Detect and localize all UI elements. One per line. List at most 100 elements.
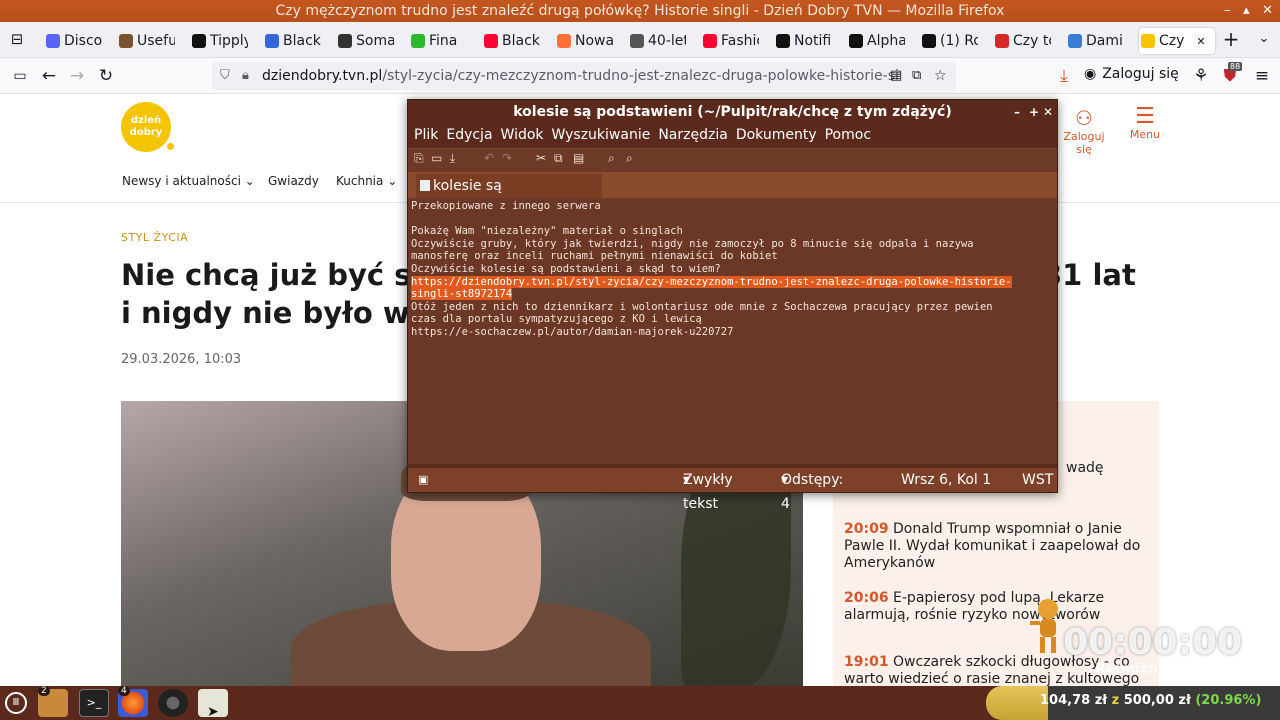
- article-category[interactable]: STYL ŻYCIA: [121, 231, 188, 244]
- new-tab-icon[interactable]: +: [1219, 27, 1243, 51]
- browser-tab[interactable]: Czy to: [993, 28, 1051, 54]
- bookmark-star-icon[interactable]: ☆: [934, 62, 947, 90]
- close-tab-icon[interactable]: ✕: [1196, 35, 1205, 48]
- indent-selector[interactable]: Odstępy: 4 ▾: [781, 468, 843, 512]
- tab-label: Nowa: [575, 33, 613, 49]
- news-item[interactable]: 20:09 Donald Trump wspomniał o Janie Paw…: [844, 521, 1149, 572]
- insert-mode[interactable]: WST: [1022, 468, 1053, 492]
- cursor-position[interactable]: Wrsz 6, Kol 1: [901, 468, 991, 492]
- mascot-figure: [1030, 599, 1058, 653]
- open-file-icon[interactable]: ▭: [431, 151, 442, 165]
- editor-maximize-icon[interactable]: +: [1029, 100, 1039, 124]
- tab-label: (1) Ro: [940, 33, 978, 49]
- obs-icon[interactable]: [158, 689, 188, 717]
- syntax-selector[interactable]: Zwykły tekst ▾: [683, 468, 733, 512]
- browser-tab[interactable]: 40-let: [628, 28, 686, 54]
- news-item[interactable]: lan: [1023, 438, 1280, 455]
- lock-icon[interactable]: 🔒︎: [242, 62, 249, 90]
- editor-minimize-icon[interactable]: –: [1014, 100, 1020, 124]
- tab-label: Fina: [429, 33, 458, 49]
- tab-overflow-icon[interactable]: ⌄: [1252, 27, 1276, 51]
- browser-tab[interactable]: Usefu: [117, 28, 175, 54]
- browser-tab[interactable]: Alpha: [847, 28, 905, 54]
- nav-celebrities[interactable]: Gwiazdy: [268, 174, 319, 188]
- editor-tab[interactable]: kolesie są podstawieni✕: [416, 174, 602, 218]
- menu-help[interactable]: Pomoc: [825, 124, 877, 148]
- editor-close-icon[interactable]: ✕: [1043, 100, 1053, 124]
- minimize-icon[interactable]: –: [1224, 0, 1231, 22]
- browser-tab[interactable]: Dami: [1066, 28, 1124, 54]
- account-link[interactable]: ⚇ Zaloguj się: [1056, 106, 1112, 156]
- paste-icon[interactable]: ▤: [573, 151, 584, 165]
- maximize-icon[interactable]: ▴: [1243, 0, 1250, 22]
- extensions-icon[interactable]: ⚘: [1189, 64, 1213, 88]
- editor-text-area[interactable]: Przekopiowane z innego serwera​Pokażę Wa…: [408, 198, 1057, 464]
- mouse-cursor-icon: ➤: [207, 704, 219, 720]
- tab-label: Black: [502, 33, 540, 49]
- site-logo[interactable]: dzień dobry: [121, 102, 174, 152]
- user-icon: ⚇: [1075, 106, 1093, 130]
- menu-file[interactable]: Plik: [414, 124, 444, 148]
- copy-icon[interactable]: ⧉: [554, 151, 563, 166]
- url-domain: dziendobry.tvn.pl: [262, 68, 383, 84]
- browser-tab[interactable]: Czy ✕: [1139, 28, 1215, 54]
- browser-tab[interactable]: Soma: [336, 28, 394, 54]
- browser-tab[interactable]: Nowa: [555, 28, 613, 54]
- menu-edit[interactable]: Edycja: [446, 124, 498, 148]
- replace-icon[interactable]: ⌕: [626, 151, 633, 166]
- browser-tab[interactable]: Notific: [774, 28, 832, 54]
- browser-tab[interactable]: (1) Ro: [920, 28, 978, 54]
- browser-tab[interactable]: Fina: [409, 28, 467, 54]
- find-icon[interactable]: ⌕: [608, 151, 615, 166]
- tab-label: Black: [283, 33, 321, 49]
- extension-badge: 88: [1228, 62, 1243, 71]
- news-item[interactable]: 20:06 E-papierosy pod lupą. Lekarze alar…: [844, 590, 1149, 624]
- terminal-icon[interactable]: >_: [79, 689, 109, 717]
- start-menu-icon[interactable]: Ⅲ: [2, 689, 28, 717]
- reload-icon[interactable]: ↻: [94, 64, 118, 88]
- browser-tab[interactable]: Black: [263, 28, 321, 54]
- selected-link[interactable]: singli-st8972174: [411, 288, 513, 301]
- browser-tab[interactable]: Tipply: [190, 28, 248, 54]
- browser-tab[interactable]: Fashic: [701, 28, 759, 54]
- account-button[interactable]: ◉ Zaloguj się: [1084, 66, 1179, 82]
- tab-label: Discor: [64, 33, 102, 49]
- taskbar: Ⅲ 2 >_ 4 ➤ 104,78 zł z 500,00 zł (20.96%…: [0, 686, 1280, 720]
- tab-list-icon[interactable]: ⊟: [5, 27, 29, 51]
- text-editor-window: kolesie są podstawieni (~/Pulpit/rak/chc…: [407, 99, 1058, 512]
- side-panel-icon[interactable]: ▣: [418, 468, 428, 492]
- downloads-icon[interactable]: ⤓: [1052, 64, 1076, 88]
- new-file-icon[interactable]: ⎘: [414, 151, 424, 166]
- chevron-down-icon: ⌄: [244, 174, 255, 188]
- editor-statusbar: ▣ Zwykły tekst ▾ Odstępy: 4 ▾ Wrsz 6, Ko…: [408, 468, 1057, 512]
- redo-icon[interactable]: ↷: [502, 151, 512, 165]
- menu-search[interactable]: Wyszukiwanie: [552, 124, 657, 148]
- news-item[interactable]: wadę: [1066, 460, 1280, 477]
- forward-icon[interactable]: →: [65, 64, 89, 88]
- browser-tab[interactable]: Black: [482, 28, 540, 54]
- undo-icon[interactable]: ↶: [484, 151, 494, 165]
- article-headline: Nie chcą już być sin 31 lat i nigdy nie b…: [121, 258, 1136, 330]
- url-path: /styl-zycia/czy-mezczyznom-trudno-jest-z…: [382, 68, 899, 84]
- editor-titlebar[interactable]: kolesie są podstawieni (~/Pulpit/rak/chc…: [408, 100, 1057, 124]
- browser-tab[interactable]: Discor: [44, 28, 102, 54]
- window-titlebar: Czy mężczyznom trudno jest znaleźć drugą…: [0, 0, 1280, 22]
- menu-button[interactable]: ☰ Menu: [1124, 106, 1166, 142]
- nav-kitchen[interactable]: Kuchnia ⌄: [336, 174, 397, 188]
- menu-documents[interactable]: Dokumenty: [736, 124, 823, 148]
- selected-link[interactable]: https://dziendobry.tvn.pl/styl-zycia/czy…: [411, 275, 1012, 288]
- save-icon[interactable]: ⤓: [450, 151, 455, 166]
- sidebar-toggle-icon[interactable]: ▭: [8, 64, 32, 88]
- url-bar[interactable]: ⛉ 🔒︎ dziendobry.tvn.pl/styl-zycia/czy-me…: [212, 62, 956, 90]
- nav-news[interactable]: Newsy i aktualności ⌄: [122, 174, 255, 188]
- app-menu-icon[interactable]: ≡: [1250, 64, 1274, 88]
- menu-view[interactable]: Widok: [501, 124, 550, 148]
- screenshot-icon[interactable]: ⧉: [912, 62, 921, 90]
- shield-icon[interactable]: ⛉: [220, 62, 230, 90]
- close-icon[interactable]: ✕: [1262, 0, 1273, 22]
- cut-icon[interactable]: ✂: [536, 151, 546, 165]
- reader-view-icon[interactable]: ▤: [890, 62, 902, 90]
- back-icon[interactable]: ←: [37, 64, 61, 88]
- k-letter-icon: [411, 34, 425, 48]
- menu-tools[interactable]: Narzędzia: [658, 124, 733, 148]
